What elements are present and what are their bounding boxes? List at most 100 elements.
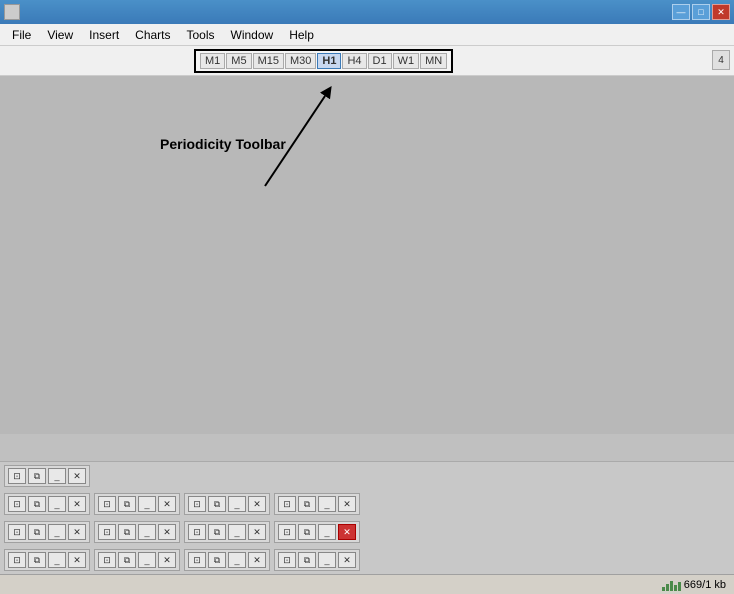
win-group-1-2: ⊡ ⧉ _ ✕ [184,493,270,515]
win-copy-btn[interactable]: ⧉ [28,468,46,484]
win-min-btn[interactable]: _ [138,524,156,540]
win-copy-btn[interactable]: ⧉ [208,552,226,568]
win-restore-btn[interactable]: ⊡ [188,524,206,540]
close-button[interactable]: ✕ [712,4,730,20]
period-btn-d1[interactable]: D1 [368,53,392,69]
win-close-btn[interactable]: ✕ [338,496,356,512]
scroll-right-button[interactable]: 4 [712,50,730,70]
win-close-btn[interactable]: ✕ [248,496,266,512]
period-btn-m1[interactable]: M1 [200,53,225,69]
period-btn-h4[interactable]: H4 [342,53,366,69]
minimize-button[interactable]: — [672,4,690,20]
win-min-btn[interactable]: _ [48,496,66,512]
win-close-btn[interactable]: ✕ [248,524,266,540]
window-row-2: ⊡ ⧉ _ ✕ ⊡ ⧉ _ ✕ ⊡ ⧉ _ ✕ ⊡ ⧉ _ ✕ [0,518,734,546]
win-group-1-1: ⊡ ⧉ _ ✕ [94,493,180,515]
win-restore-btn[interactable]: ⊡ [98,524,116,540]
win-min-btn[interactable]: _ [228,552,246,568]
win-copy-btn[interactable]: ⧉ [118,524,136,540]
win-close-btn[interactable]: ✕ [68,524,86,540]
period-btn-m5[interactable]: M5 [226,53,251,69]
win-copy-btn[interactable]: ⧉ [298,524,316,540]
win-group-3-3: ⊡ ⧉ _ ✕ [274,549,360,571]
memory-text: 669/1 kb [684,579,726,591]
win-restore-btn[interactable]: ⊡ [98,496,116,512]
win-restore-btn[interactable]: ⊡ [188,496,206,512]
win-min-btn[interactable]: _ [48,468,66,484]
menu-file[interactable]: File [4,26,39,44]
win-copy-btn[interactable]: ⧉ [208,524,226,540]
win-copy-btn[interactable]: ⧉ [208,496,226,512]
title-bar-left [4,4,20,20]
memory-indicator: 669/1 kb [662,579,726,591]
win-restore-btn[interactable]: ⊡ [278,552,296,568]
period-btn-mn[interactable]: MN [420,53,447,69]
win-restore-btn[interactable]: ⊡ [188,552,206,568]
win-copy-btn[interactable]: ⧉ [298,552,316,568]
win-group-3-2: ⊡ ⧉ _ ✕ [184,549,270,571]
win-min-btn[interactable]: _ [138,552,156,568]
win-restore-btn[interactable]: ⊡ [278,524,296,540]
win-group-2-2: ⊡ ⧉ _ ✕ [184,521,270,543]
win-close-btn[interactable]: ✕ [158,524,176,540]
period-btn-m15[interactable]: M15 [253,53,284,69]
title-bar-controls: — □ ✕ [672,4,730,20]
bottom-area: ⊡ ⧉ _ ✕ ⊡ ⧉ _ ✕ ⊡ ⧉ _ ✕ ⊡ ⧉ _ ✕ ⊡ ⧉ _ [0,461,734,594]
win-copy-btn[interactable]: ⧉ [28,552,46,568]
win-close-btn[interactable]: ✕ [248,552,266,568]
win-restore-btn[interactable]: ⊡ [8,524,26,540]
period-btn-m30[interactable]: M30 [285,53,316,69]
win-min-btn[interactable]: _ [228,496,246,512]
menu-window[interactable]: Window [223,26,282,44]
menu-insert[interactable]: Insert [81,26,127,44]
annotation-container: Periodicity Toolbar [160,136,286,156]
app-icon [4,4,20,20]
periodicity-toolbar: M1M5M15M30H1H4D1W1MN [194,49,453,73]
menu-tools[interactable]: Tools [179,26,223,44]
window-row-0: ⊡ ⧉ _ ✕ [0,462,734,490]
win-min-btn[interactable]: _ [48,524,66,540]
annotation-label: Periodicity Toolbar [160,136,286,152]
period-btn-w1[interactable]: W1 [393,53,420,69]
win-restore-btn[interactable]: ⊡ [8,468,26,484]
win-restore-btn[interactable]: ⊡ [8,496,26,512]
win-min-btn[interactable]: _ [318,496,336,512]
bar-chart-icon [662,579,681,591]
main-chart-area: Periodicity Toolbar [0,76,734,434]
win-min-btn[interactable]: _ [318,552,336,568]
menu-help[interactable]: Help [281,26,322,44]
win-group-3-0: ⊡ ⧉ _ ✕ [4,549,90,571]
win-min-btn[interactable]: _ [48,552,66,568]
win-close-btn[interactable]: ✕ [68,552,86,568]
win-close-btn[interactable]: ✕ [158,552,176,568]
win-group-2-0: ⊡ ⧉ _ ✕ [4,521,90,543]
win-close-btn[interactable]: ✕ [68,496,86,512]
win-restore-btn[interactable]: ⊡ [98,552,116,568]
menu-charts[interactable]: Charts [127,26,178,44]
status-bar: 669/1 kb [0,574,734,594]
win-close-btn-active[interactable]: ✕ [338,524,356,540]
window-row-3: ⊡ ⧉ _ ✕ ⊡ ⧉ _ ✕ ⊡ ⧉ _ ✕ ⊡ ⧉ _ ✕ [0,546,734,574]
maximize-button[interactable]: □ [692,4,710,20]
win-copy-btn[interactable]: ⧉ [28,524,46,540]
win-min-btn[interactable]: _ [318,524,336,540]
win-copy-btn[interactable]: ⧉ [28,496,46,512]
win-group-1-3: ⊡ ⧉ _ ✕ [274,493,360,515]
win-close-btn[interactable]: ✕ [68,468,86,484]
win-copy-btn[interactable]: ⧉ [118,552,136,568]
win-restore-btn[interactable]: ⊡ [278,496,296,512]
period-btn-h1[interactable]: H1 [317,53,341,69]
win-group-2-1: ⊡ ⧉ _ ✕ [94,521,180,543]
win-group-0-0: ⊡ ⧉ _ ✕ [4,465,90,487]
toolbar-row: M1M5M15M30H1H4D1W1MN 4 [0,46,734,76]
win-close-btn[interactable]: ✕ [338,552,356,568]
win-copy-btn[interactable]: ⧉ [118,496,136,512]
title-bar: — □ ✕ [0,0,734,24]
menu-view[interactable]: View [39,26,81,44]
win-close-btn[interactable]: ✕ [158,496,176,512]
win-min-btn[interactable]: _ [138,496,156,512]
win-group-3-1: ⊡ ⧉ _ ✕ [94,549,180,571]
win-restore-btn[interactable]: ⊡ [8,552,26,568]
win-copy-btn[interactable]: ⧉ [298,496,316,512]
win-min-btn[interactable]: _ [228,524,246,540]
